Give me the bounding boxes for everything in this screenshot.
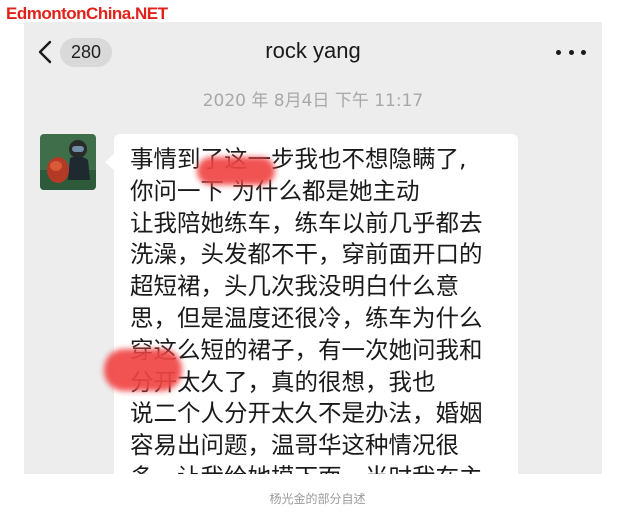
contact-name: rock yang [265, 38, 361, 63]
avatar[interactable] [40, 134, 96, 190]
more-dots-icon[interactable] [556, 42, 586, 62]
avatar-photo [40, 134, 96, 190]
redaction-mark [197, 157, 275, 185]
site-watermark: EdmontonChina.NET [6, 4, 168, 23]
chat-screen: 280 rock yang 2020 年 8月4日 下午 11:17 事情到了这… [24, 22, 602, 474]
image-caption: 杨光金的部分自述 [269, 492, 366, 506]
message-text: 事情到了这一步我也不想隐瞒了, 你问一下 为什么都是她主动 让我陪她练车，练车以… [130, 145, 483, 474]
message-bubble[interactable]: 事情到了这一步我也不想隐瞒了, 你问一下 为什么都是她主动 让我陪她练车，练车以… [105, 134, 518, 474]
redaction-mark [104, 349, 182, 391]
message-timestamp: 2020 年 8月4日 下午 11:17 [202, 91, 424, 111]
chat-header: 280 rock yang [24, 22, 602, 82]
